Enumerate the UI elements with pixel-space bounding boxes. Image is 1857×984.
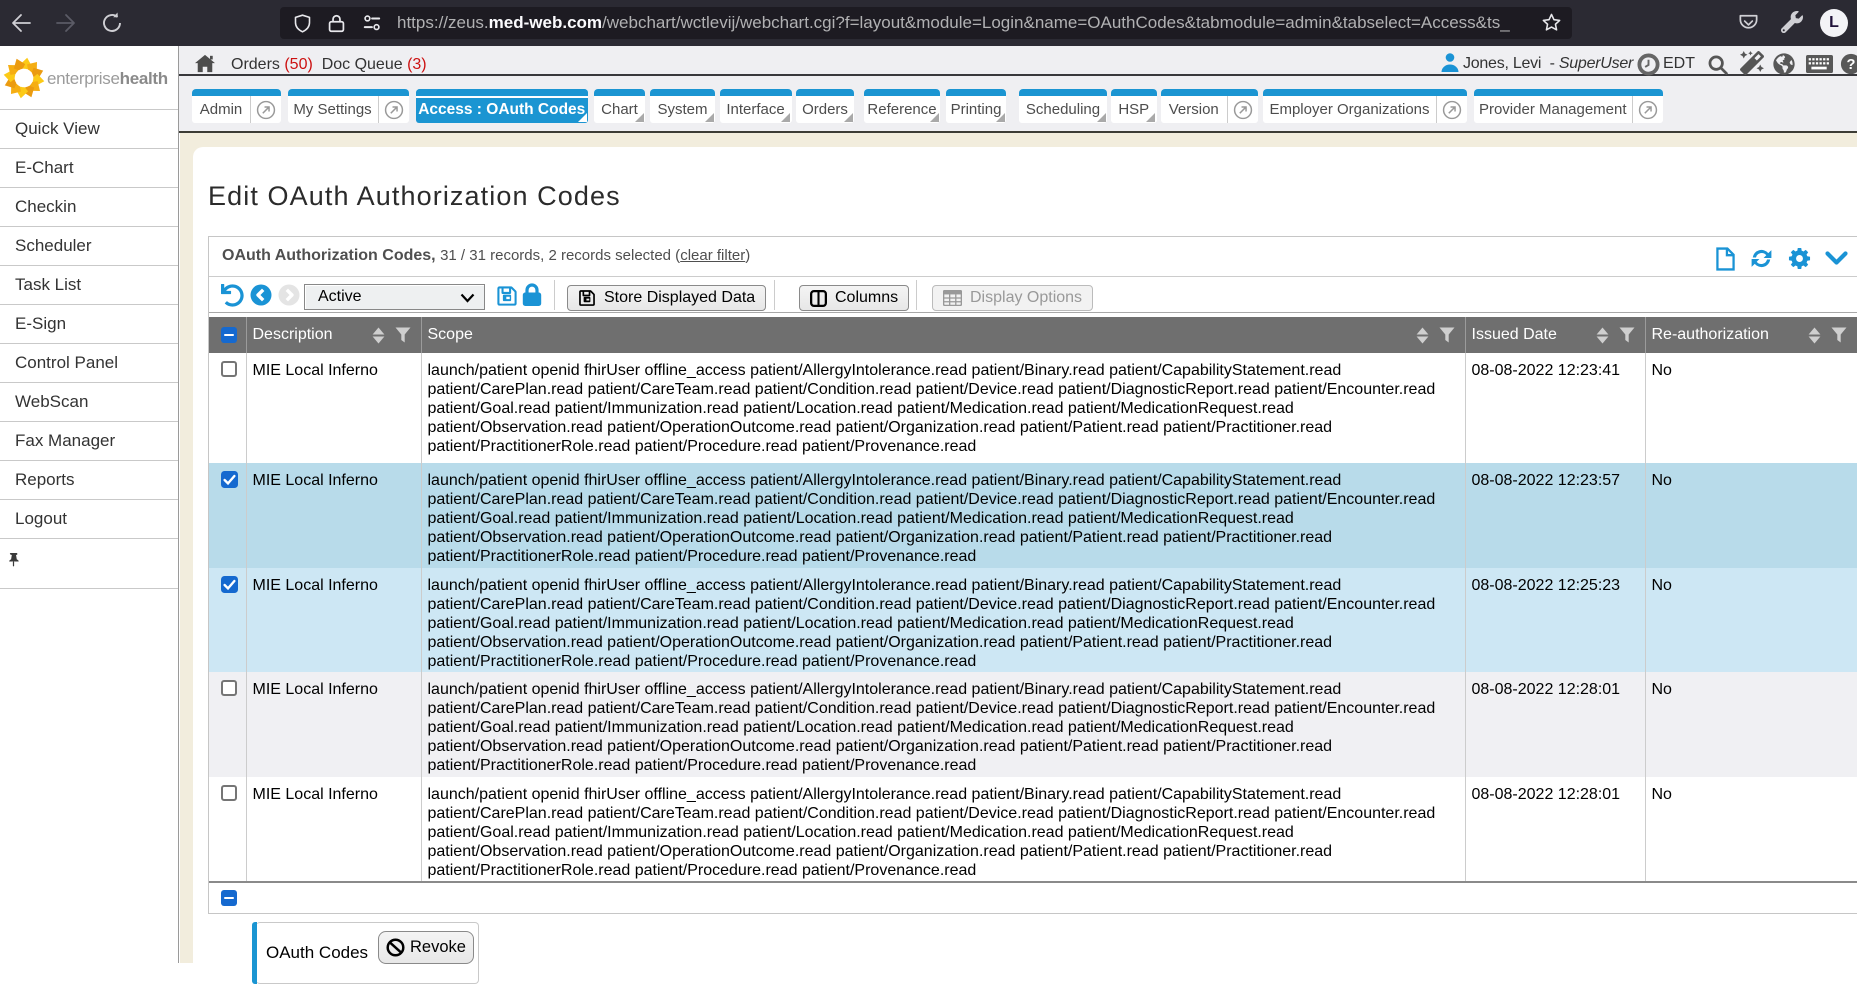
svg-text:?: ? (1847, 57, 1856, 73)
